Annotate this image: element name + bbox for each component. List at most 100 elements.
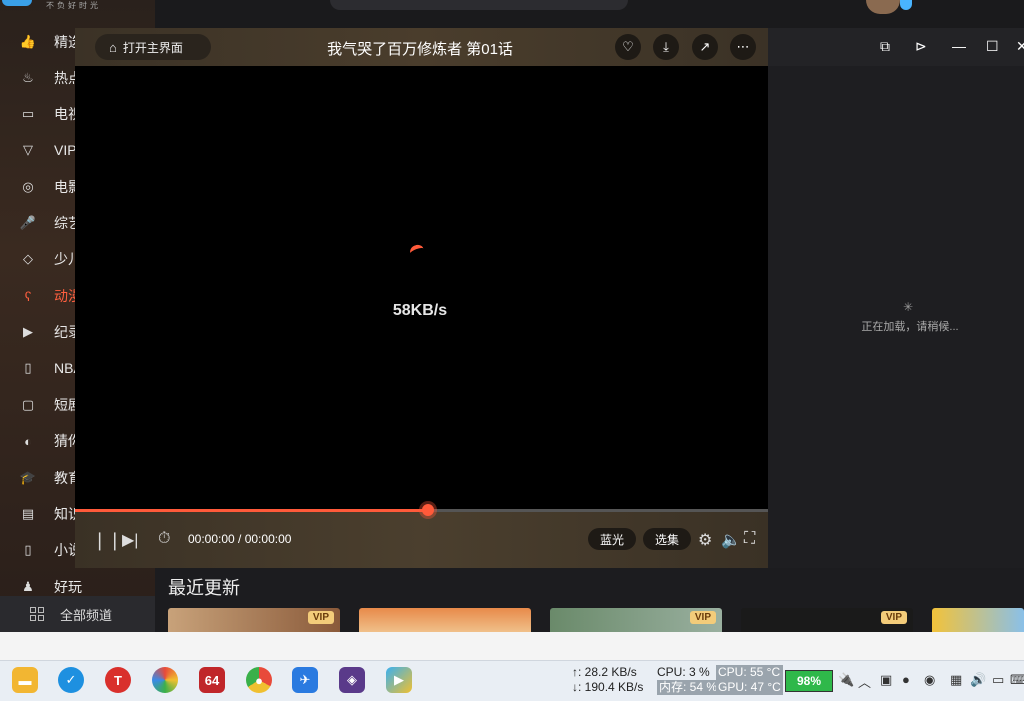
- film-reel-icon: ◎: [22, 179, 34, 194]
- chevron-up-icon[interactable]: ︿: [858, 672, 871, 691]
- heart-plus-icon: ♡: [622, 39, 634, 54]
- tv-icon: ▭: [21, 106, 35, 121]
- volume-button[interactable]: 🔈: [721, 530, 741, 550]
- pause-icon: ❘❘: [92, 530, 123, 550]
- download-icon: ⤓: [663, 39, 669, 54]
- video-app-button[interactable]: ▶: [386, 667, 412, 693]
- app-64-button[interactable]: 64: [199, 667, 225, 693]
- camera-icon: ▶: [23, 324, 33, 339]
- temperature-monitor: CPU: 55 °C GPU: 47 °C: [716, 665, 783, 695]
- power-plug-icon[interactable]: 🔌: [838, 672, 854, 688]
- app-logo[interactable]: [2, 0, 32, 6]
- maximize-button[interactable]: ☐: [986, 38, 999, 55]
- sidebar-item-short[interactable]: ▢ 短剧: [20, 393, 82, 417]
- tray-green-icon[interactable]: ◉: [924, 672, 935, 688]
- vip-badge: VIP: [689, 611, 716, 624]
- vip-badge: VIP: [307, 611, 334, 624]
- fullscreen-button[interactable]: ⛶: [744, 530, 755, 548]
- timer-off-icon: ⏱: [158, 530, 171, 547]
- app-v-button[interactable]: ✓: [58, 667, 84, 693]
- book-icon: ▤: [21, 506, 35, 521]
- sidebar-item-knowledge[interactable]: ▤ 知识: [20, 502, 82, 526]
- video-title: 我气哭了百万修炼者 第01话: [327, 41, 513, 58]
- progress-fill: [75, 509, 428, 512]
- share-button[interactable]: ↗: [692, 34, 718, 60]
- ring-icon: ◐: [24, 433, 32, 449]
- file-explorer-button[interactable]: ▬: [12, 667, 38, 693]
- episodes-button[interactable]: 选集: [643, 528, 692, 550]
- novel-icon: ▯: [24, 542, 32, 557]
- fullscreen-icon: ⛶: [744, 530, 756, 547]
- tray-app-icon[interactable]: ▣: [880, 672, 892, 688]
- pip-button[interactable]: ⧉: [880, 38, 890, 55]
- minimize-icon: —: [952, 38, 966, 54]
- timer-button[interactable]: ⏱: [158, 530, 170, 548]
- screen-cast-icon: ⧉: [880, 38, 890, 54]
- video-player[interactable]: [75, 28, 768, 568]
- tray-orange-icon[interactable]: ●: [902, 672, 910, 687]
- sidebar-item-education[interactable]: 🎓 教育: [20, 466, 82, 490]
- sidebar-item-nba[interactable]: ▯ NBA: [20, 356, 82, 380]
- quality-button[interactable]: 蓝光: [588, 528, 637, 550]
- settings-button[interactable]: ⚙: [698, 530, 712, 550]
- favorite-button[interactable]: ♡: [615, 34, 641, 60]
- download-button[interactable]: ⤓: [653, 34, 679, 60]
- video-thumbnail[interactable]: VIP: [550, 608, 722, 632]
- share-icon: ↗: [699, 39, 711, 54]
- sidebar-item-kids[interactable]: ◇ 少儿: [20, 247, 82, 271]
- play-icon: ▶: [394, 672, 404, 687]
- side-loading-text: 正在加载，请稍候...: [861, 321, 959, 333]
- home-icon: ⌂: [109, 39, 117, 55]
- usage-monitor: CPU: 3 % 内存: 54 %: [657, 665, 720, 695]
- episodes-label: 选集: [655, 532, 680, 547]
- cpu-temp: CPU: 55 °C: [716, 665, 783, 680]
- sidebar-item-movie[interactable]: ◎ 电影: [20, 175, 82, 199]
- app-t-button[interactable]: T: [105, 667, 131, 693]
- sidebar-item-hot[interactable]: ♨ 热点: [20, 66, 82, 90]
- battery-indicator[interactable]: 98%: [785, 670, 833, 692]
- sidebar-item-featured[interactable]: 👍 精选: [20, 30, 82, 54]
- all-channels-button[interactable]: 全部频道: [0, 596, 155, 632]
- app-bird-button[interactable]: ✈: [292, 667, 318, 693]
- all-channels-label: 全部频道: [60, 607, 113, 623]
- video-thumbnail[interactable]: VIP: [168, 608, 340, 632]
- game-app-button[interactable]: ◈: [339, 667, 365, 693]
- buffer-speed: 58KB/s: [392, 302, 448, 319]
- flame-icon: ♨: [22, 70, 34, 85]
- close-button[interactable]: ✕: [1016, 38, 1024, 55]
- video-thumbnail[interactable]: VIP: [741, 608, 913, 632]
- logo-slogan: 不负好时光: [46, 1, 101, 10]
- vip-icon: ▽: [23, 142, 33, 157]
- display-icon[interactable]: ▭: [992, 672, 1004, 688]
- video-thumbnail[interactable]: [359, 608, 531, 632]
- vip-badge: VIP: [880, 611, 907, 624]
- keyboard-icon[interactable]: ⌨: [1010, 672, 1024, 688]
- photos-app-button[interactable]: [152, 667, 178, 693]
- folder-icon: ▬: [18, 672, 32, 688]
- collapse-panel-button[interactable]: ⊳: [915, 38, 927, 55]
- app-64-icon: 64: [204, 672, 220, 688]
- sidebar-item-novel[interactable]: ▯ 小说: [20, 538, 82, 562]
- open-main-button[interactable]: ⌂ 打开主界面: [95, 34, 211, 60]
- pause-button[interactable]: ❘❘: [92, 530, 122, 551]
- graduation-cap-icon: 🎓: [19, 470, 37, 485]
- chrome-icon: ●: [255, 672, 263, 688]
- cpu-usage: CPU: 3 %: [657, 665, 710, 679]
- upload-speed: ↑: 28.2 KB/s: [572, 665, 637, 679]
- more-button[interactable]: ⋯: [730, 34, 756, 60]
- sidebar-item-anime[interactable]: ʕ 动漫: [20, 284, 82, 308]
- search-input[interactable]: [330, 0, 628, 10]
- minimize-button[interactable]: —: [952, 38, 966, 54]
- next-button[interactable]: ▶|: [122, 530, 138, 550]
- bird-icon: ✈: [299, 672, 311, 687]
- chrome-button[interactable]: ●: [246, 667, 272, 693]
- video-thumbnail[interactable]: [932, 608, 1024, 632]
- volume-icon: 🔈: [721, 532, 741, 549]
- speaker-icon[interactable]: 🔊: [970, 672, 986, 688]
- sidebar-item-variety[interactable]: 🎤 综艺: [20, 211, 82, 235]
- progress-handle[interactable]: [422, 504, 434, 516]
- open-main-label: 打开主界面: [122, 40, 183, 55]
- v-icon: ✓: [65, 672, 77, 687]
- tray-grid-icon[interactable]: ▦: [950, 672, 962, 688]
- sidebar-item-vip[interactable]: ▽ VIP: [20, 138, 77, 162]
